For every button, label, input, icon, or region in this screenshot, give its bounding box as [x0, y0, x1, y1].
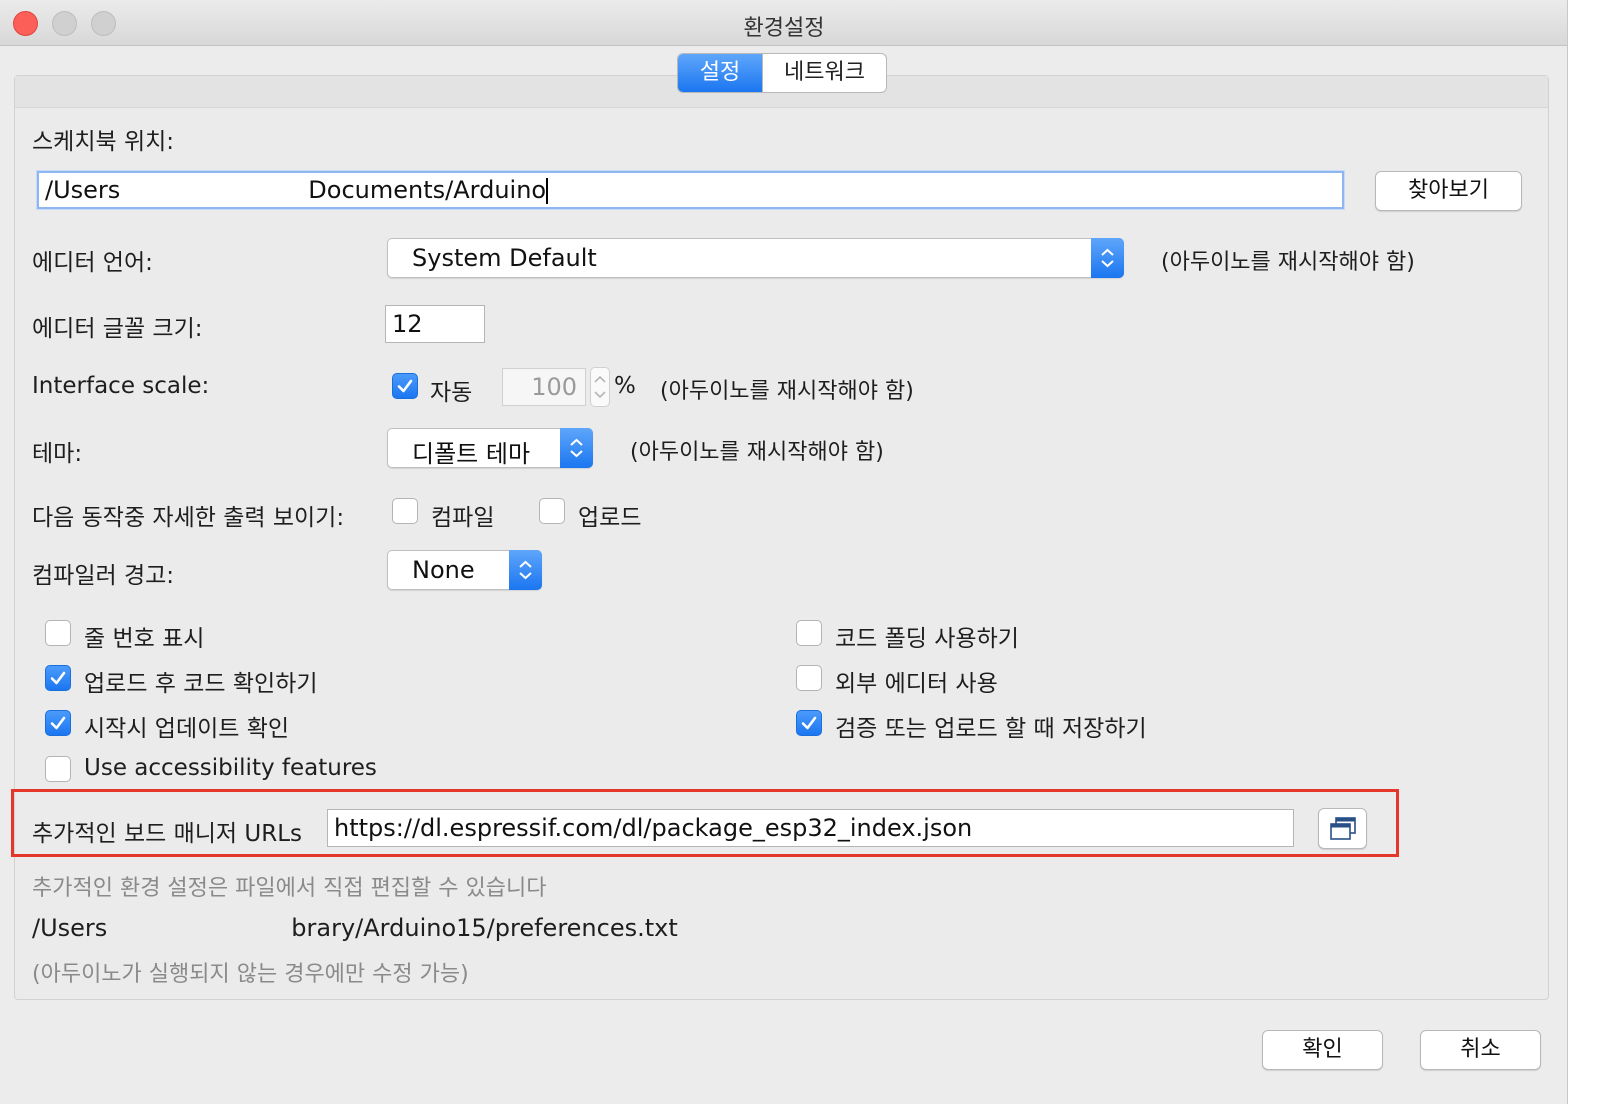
theme-label: 테마: [32, 441, 83, 467]
editor-language-label: 에디터 언어: [32, 250, 153, 276]
verify-after-upload-checkbox[interactable] [45, 665, 71, 691]
save-on-verify-label: 검증 또는 업로드 할 때 저장하기 [835, 716, 1147, 742]
window-stack-icon [1329, 817, 1356, 840]
board-manager-urls-input[interactable]: https://dl.espressif.com/dl/package_esp3… [327, 809, 1294, 847]
chevron-updown-icon [509, 550, 542, 590]
editor-font-size-input[interactable]: 12 [385, 305, 485, 343]
code-folding-checkbox[interactable] [796, 620, 822, 646]
preferences-window: 환경설정 설정 네트워크 스케치북 위치: /Users Documents/Ar… [0, 0, 1568, 1104]
browse-button[interactable]: 찾아보기 [1375, 171, 1522, 211]
editor-language-value: System Default [412, 244, 597, 272]
window-title: 환경설정 [743, 16, 825, 41]
title-bar: 환경설정 [0, 0, 1567, 46]
external-editor-checkbox[interactable] [796, 665, 822, 691]
checkmark-icon [50, 671, 66, 685]
sketchbook-path-suffix: Documents/Arduino [308, 176, 547, 204]
verbose-output-label: 다음 동작중 자세한 출력 보이기: [32, 505, 345, 531]
verbose-upload-label: 업로드 [578, 505, 642, 531]
save-on-verify-checkbox[interactable] [796, 710, 822, 736]
theme-select[interactable]: 디폴트 테마 [387, 428, 593, 468]
tab-bar: 설정 네트워크 [677, 53, 887, 93]
compiler-warnings-select[interactable]: None [387, 550, 542, 590]
check-updates-checkbox[interactable] [45, 710, 71, 736]
external-editor-label: 외부 에디터 사용 [835, 671, 998, 697]
chevron-updown-icon [1091, 238, 1124, 278]
compiler-warnings-label: 컴파일러 경고: [32, 563, 175, 589]
code-folding-label: 코드 폴딩 사용하기 [835, 626, 1019, 652]
checkmark-icon [50, 716, 66, 730]
verbose-compile-label: 컴파일 [431, 505, 495, 531]
interface-scale-label: Interface scale: [32, 373, 210, 399]
accessibility-label: Use accessibility features [84, 755, 377, 781]
preferences-path-prefix: /Users [32, 914, 108, 942]
editor-language-select[interactable]: System Default [387, 238, 1124, 278]
show-line-numbers-label: 줄 번호 표시 [84, 626, 205, 652]
interface-scale-restart-note: (아두이노를 재시작해야 함) [660, 379, 914, 404]
interface-scale-auto-label: 자동 [430, 380, 473, 406]
accessibility-checkbox[interactable] [45, 756, 71, 782]
checkmark-icon [801, 716, 817, 730]
verbose-compile-checkbox[interactable] [392, 498, 418, 524]
chevron-updown-icon [594, 375, 606, 399]
more-preferences-note: 추가적인 환경 설정은 파일에서 직접 편집할 수 있습니다 [32, 876, 547, 901]
tab-settings[interactable]: 설정 [678, 54, 762, 92]
theme-restart-note: (아두이노를 재시작해야 함) [630, 440, 884, 465]
sketchbook-path-prefix: /Users [45, 176, 121, 204]
compiler-warnings-value: None [412, 556, 475, 584]
interface-scale-input: 100 [502, 368, 586, 406]
theme-value: 디폴트 테마 [412, 440, 531, 468]
board-manager-urls-label: 추가적인 보드 매니저 URLs [32, 821, 302, 847]
sketchbook-path-input[interactable]: /Users Documents/Arduino [37, 171, 1344, 209]
interface-scale-stepper [590, 367, 610, 407]
show-line-numbers-checkbox[interactable] [45, 620, 71, 646]
check-updates-label: 시작시 업데이트 확인 [84, 716, 290, 742]
cancel-button[interactable]: 취소 [1420, 1030, 1541, 1070]
checkmark-icon [397, 379, 413, 393]
verbose-upload-checkbox[interactable] [539, 498, 565, 524]
preferences-file-path: /Users brary/Arduino15/preferences.txt [32, 914, 678, 942]
editor-font-size-label: 에디터 글꼴 크기: [32, 316, 203, 342]
preferences-path-suffix: brary/Arduino15/preferences.txt [291, 914, 678, 942]
interface-scale-auto-checkbox[interactable] [392, 373, 418, 399]
verify-after-upload-label: 업로드 후 코드 확인하기 [84, 671, 318, 697]
chevron-updown-icon [560, 428, 593, 468]
editor-language-restart-note: (아두이노를 재시작해야 함) [1161, 250, 1415, 275]
edit-only-when-closed-note: (아두이노가 실행되지 않는 경우에만 수정 가능) [32, 962, 469, 987]
ok-button[interactable]: 확인 [1262, 1030, 1383, 1070]
sketchbook-label: 스케치북 위치: [32, 129, 175, 155]
interface-scale-unit: % [614, 373, 636, 399]
tab-network[interactable]: 네트워크 [762, 54, 886, 92]
edit-urls-button[interactable] [1318, 808, 1367, 849]
settings-panel [14, 75, 1549, 1000]
